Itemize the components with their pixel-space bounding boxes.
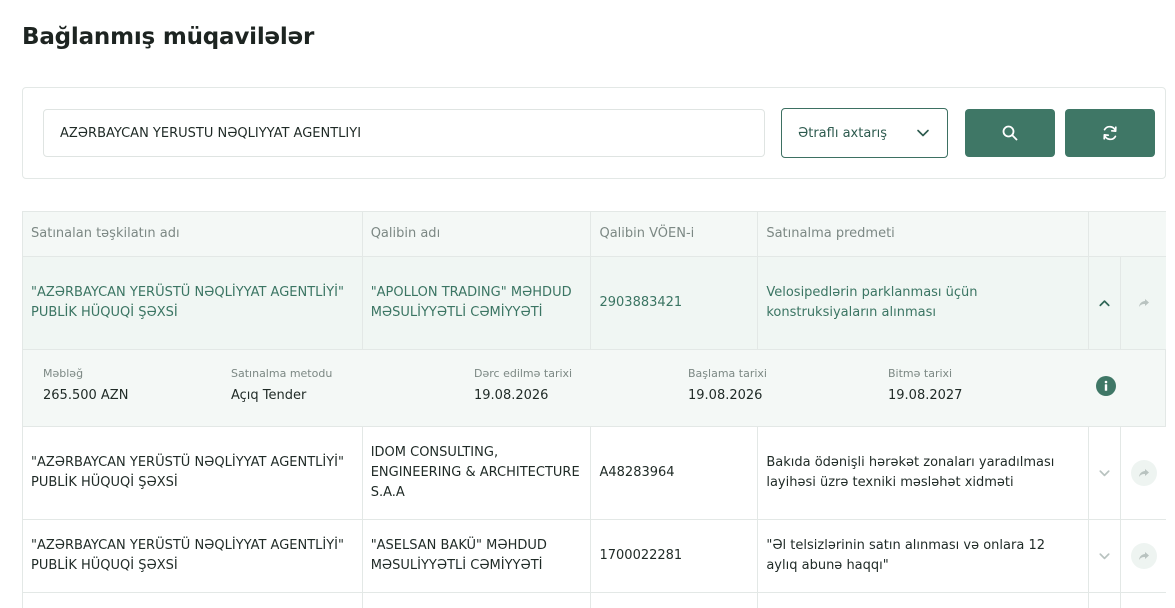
header-org: Satınalan təşkilatın adı [23, 212, 363, 256]
share-icon [1138, 469, 1149, 477]
share-circle [1130, 460, 1157, 486]
cell-winner: IDOM CONSULTING, ENGINEERING & ARCHITECT… [363, 427, 592, 519]
expand-toggle[interactable] [1089, 427, 1122, 519]
header-voen: Qalibin VÖEN-i [591, 212, 759, 256]
cell-voen: 2903883421 [591, 257, 759, 349]
cell-subject: Bakıda ödənişli hərəkət zonaları yaradıl… [758, 427, 1090, 519]
cell-org: "AZƏRBAYCAN YERÜSTÜ NƏQLİYYAT AGENTLİYİ"… [23, 520, 363, 592]
cell-subject: Velosipedlərin parklanması üçün konstruk… [758, 257, 1090, 349]
detail-start: Başlama tarixi 19.08.2026 [688, 367, 767, 403]
header-winner: Qalibin adı [363, 212, 592, 256]
detail-published: Dərc edilmə tarixi 19.08.2026 [474, 367, 573, 403]
share-icon [1138, 299, 1149, 307]
cell-subject: "Əl telsizlərinin satın alınması və onla… [758, 520, 1090, 592]
table-row[interactable]: "AZƏRBAYCAN YERÜSTÜ NƏQLİYYAT AGENTLİYİ"… [23, 257, 1166, 350]
table-row-partial [23, 593, 1166, 608]
header-actions [1089, 212, 1166, 256]
share-button[interactable] [1121, 257, 1166, 349]
detail-amount: Məbləğ 265.500 AZN [43, 367, 129, 403]
chevron-down-icon [1099, 470, 1110, 477]
page-title: Bağlanmış müqavilələr [22, 24, 315, 50]
cell-winner: "APOLLON TRADING" MƏHDUD MƏSULİYYƏTLİ CƏ… [363, 257, 592, 349]
cell-winner: "ASELSAN BAKÜ" MƏHDUD MƏSULİYYƏTLİ CƏMİY… [363, 520, 592, 592]
share-circle [1130, 543, 1157, 569]
cell-org: "AZƏRBAYCAN YERÜSTÜ NƏQLİYYAT AGENTLİYİ"… [23, 427, 363, 519]
search-icon [1002, 125, 1018, 141]
refresh-icon [1103, 125, 1117, 141]
share-button[interactable] [1121, 520, 1166, 592]
chevron-up-icon [1099, 300, 1110, 307]
advanced-search-label: Ətraflı axtarış [798, 125, 888, 141]
info-glyph-icon [1104, 380, 1108, 391]
contracts-table: Satınalan təşkilatın adı Qalibin adı Qal… [22, 211, 1166, 608]
table-row[interactable]: "AZƏRBAYCAN YERÜSTÜ NƏQLİYYAT AGENTLİYİ"… [23, 427, 1166, 520]
cell-voen: 1700022281 [591, 520, 759, 592]
chevron-down-icon [917, 129, 929, 137]
collapse-toggle[interactable] [1089, 257, 1122, 349]
search-panel: Ətraflı axtarış [22, 87, 1166, 179]
chevron-down-icon [1099, 553, 1110, 560]
table-row[interactable]: "AZƏRBAYCAN YERÜSTÜ NƏQLİYYAT AGENTLİYİ"… [23, 520, 1166, 593]
expand-toggle[interactable] [1089, 520, 1122, 592]
detail-end: Bitmə tarixi 19.08.2027 [888, 367, 963, 403]
search-button[interactable] [965, 109, 1055, 157]
table-header: Satınalan təşkilatın adı Qalibin adı Qal… [23, 212, 1166, 257]
refresh-button[interactable] [1065, 109, 1155, 157]
advanced-search-dropdown[interactable]: Ətraflı axtarış [781, 108, 948, 158]
cell-org: "AZƏRBAYCAN YERÜSTÜ NƏQLİYYAT AGENTLİYİ"… [23, 257, 363, 349]
info-icon[interactable] [1096, 376, 1116, 396]
search-input[interactable] [43, 109, 765, 157]
header-subject: Satınalma predmeti [758, 212, 1090, 256]
detail-method: Satınalma metodu Açıq Tender [231, 367, 333, 403]
share-button[interactable] [1121, 427, 1166, 519]
share-icon [1138, 552, 1149, 560]
cell-voen: A48283964 [591, 427, 759, 519]
row-details: Məbləğ 265.500 AZN Satınalma metodu Açıq… [23, 350, 1166, 427]
